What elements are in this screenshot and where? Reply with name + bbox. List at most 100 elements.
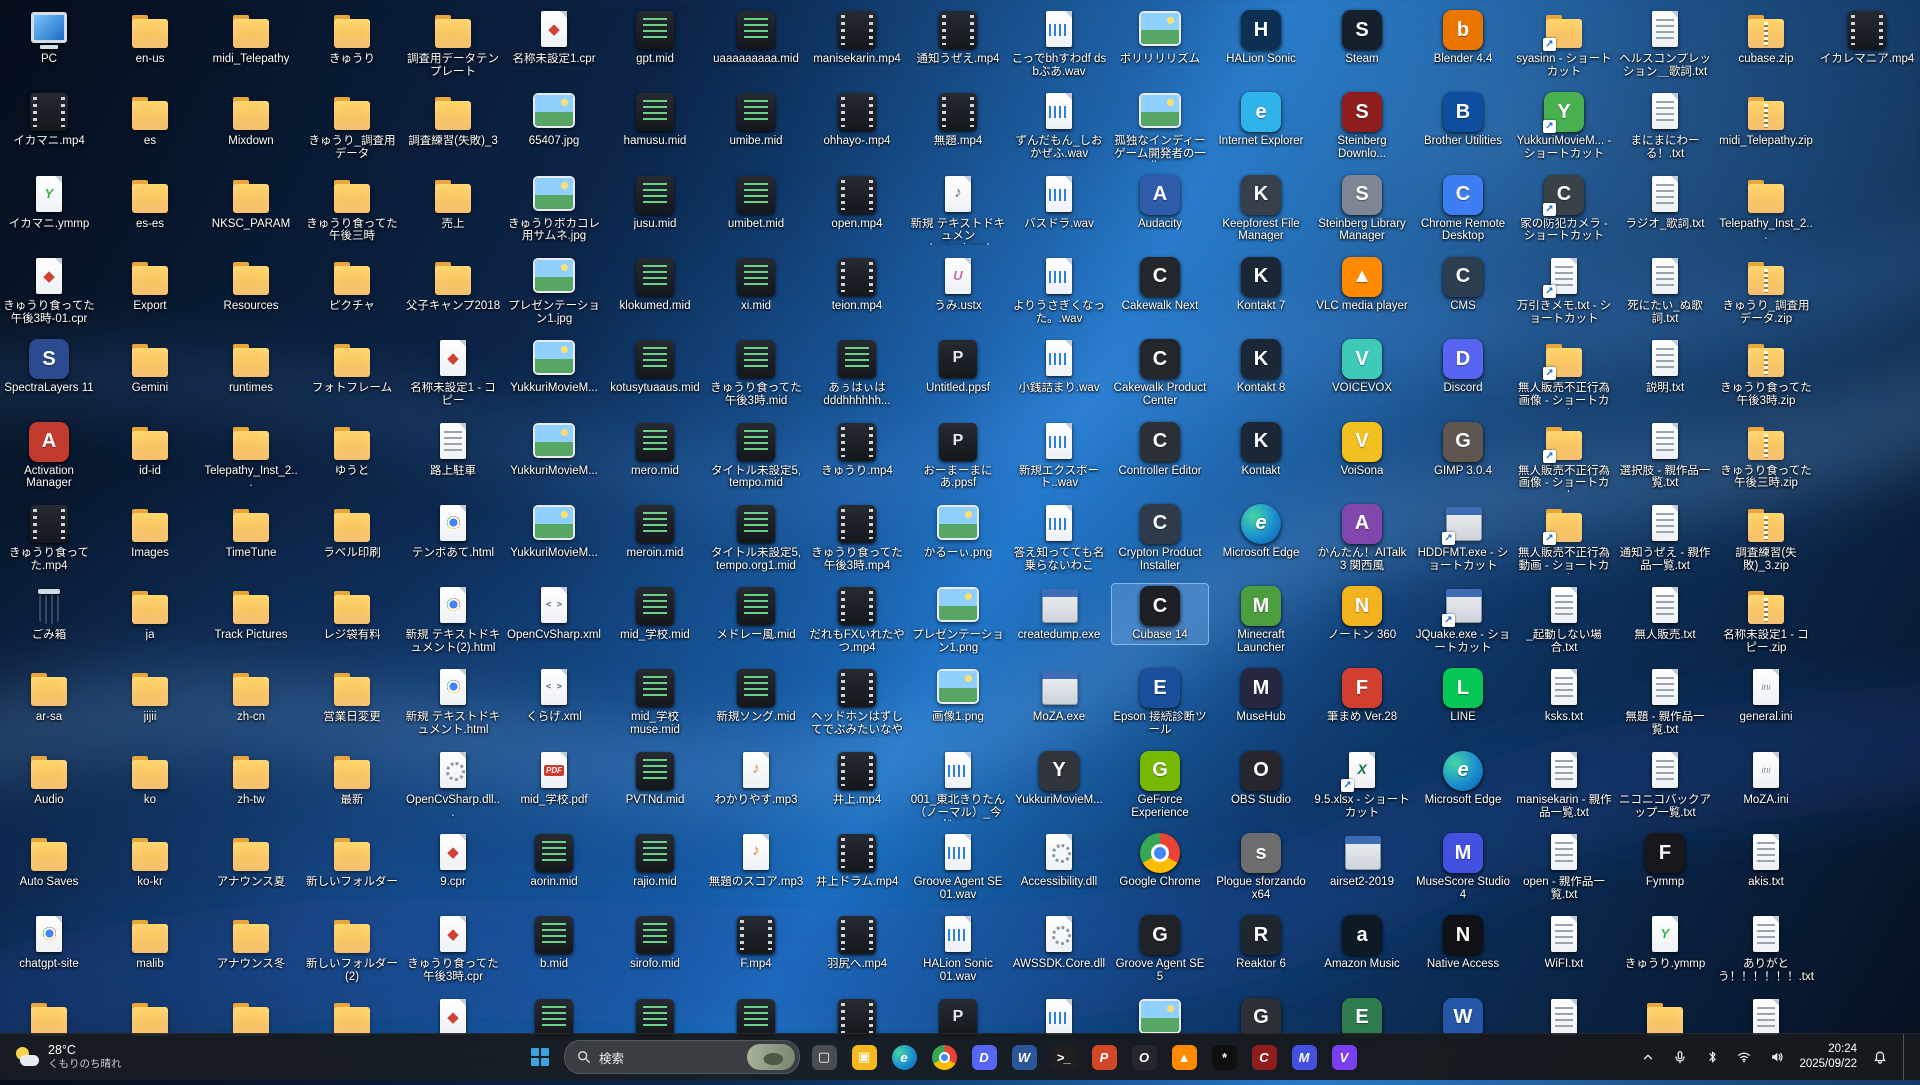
desktop-icon[interactable]: わかりやす.mp3 [708, 749, 804, 809]
desktop-icon[interactable]: 9.cpr [405, 831, 501, 891]
desktop-icon[interactable]: 調査用データテンプレート [405, 8, 501, 81]
desktop-icon[interactable]: アナウンス夏 [203, 831, 299, 891]
desktop-icon[interactable]: M MuseHub [1213, 666, 1309, 726]
desktop-icon[interactable]: M MuseScore Studio 4 [1415, 831, 1511, 904]
desktop-icon[interactable]: open - 親作品一覧.txt [1516, 831, 1612, 904]
desktop-icon[interactable]: NKSC_PARAM [203, 173, 299, 233]
desktop-icon[interactable]: teion.mp4 [809, 255, 905, 315]
desktop-icon[interactable]: きゅうり食ってた午後三時.zip [1718, 420, 1814, 493]
desktop-icon[interactable]: ko [102, 749, 198, 809]
desktop-icon[interactable]: F Fymmp [1617, 831, 1713, 891]
desktop-icon[interactable]: b Blender 4.4 [1415, 8, 1511, 68]
microphone-icon[interactable] [1671, 1048, 1689, 1066]
desktop-icon[interactable]: きゅうり_調査用データ [304, 90, 400, 163]
desktop-icon[interactable]: レジ袋有料 [304, 584, 400, 644]
desktop-icon[interactable]: アナウンス冬 [203, 913, 299, 973]
desktop-icon[interactable]: ヘルスコンプレッション＿歌詞.txt [1617, 8, 1713, 81]
desktop-icon[interactable]: 説明.txt [1617, 337, 1713, 397]
desktop-icon[interactable]: zh-tw [203, 749, 299, 809]
desktop-icon[interactable]: ↗ 万引きメモ.txt - ショートカット [1516, 255, 1612, 328]
desktop-icon[interactable]: 名称未設定1 - コピー [405, 337, 501, 410]
desktop-icon[interactable]: G GIMP 3.0.4 [1415, 420, 1511, 480]
desktop-icon[interactable]: ヘッドホンはずしてでぶみたいなやつ.mp4 [809, 666, 905, 740]
desktop-icon[interactable]: Auto Saves [1, 831, 97, 891]
desktop-icon[interactable]: YukkuriMovieM... [506, 420, 602, 480]
desktop-icon[interactable]: C CMS [1415, 255, 1511, 315]
desktop-icon[interactable]: タイトル未設定5, tempo.mid [708, 420, 804, 493]
desktop-icon[interactable]: mid_学校.pdf [506, 749, 602, 809]
desktop-icon[interactable]: 小銭詰まり.wav [1011, 337, 1107, 397]
desktop-icon[interactable]: midi_Telepathy.zip [1718, 90, 1814, 150]
desktop-icon[interactable]: ↗9.5.xlsx - ショートカット [1314, 749, 1410, 822]
desktop-icon[interactable]: rajio.mid [607, 831, 703, 891]
taskbar-app-chatgpt[interactable]: * [1206, 1039, 1242, 1075]
desktop-icon[interactable]: ▲ VLC media player [1314, 255, 1410, 315]
desktop-icon[interactable]: 無題のスコア.mp3 [708, 831, 804, 891]
desktop-icon[interactable]: イカマニ.ymmp [1, 173, 97, 233]
desktop-icon[interactable]: きゅうり食ってた午後3時.zip [1718, 337, 1814, 410]
desktop-icon[interactable]: _起動しない場合.txt [1516, 584, 1612, 657]
desktop-icon[interactable]: V VOICEVOX [1314, 337, 1410, 397]
desktop-icon[interactable]: K Keepforest File Manager [1213, 173, 1309, 246]
desktop-icon[interactable]: kotusytuaaus.mid [607, 337, 703, 397]
desktop-icon[interactable]: Telepathy_Inst_2... [203, 420, 299, 493]
desktop-icon[interactable]: b.mid [506, 913, 602, 973]
desktop-icon[interactable]: s Plogue sforzando x64 [1213, 831, 1309, 904]
desktop-icon[interactable]: 通知うぜえ - 親作品一覧.txt [1617, 502, 1713, 575]
desktop-icon[interactable]: きゅうりボカコレ用サムネ.jpg [506, 173, 602, 246]
desktop-icon[interactable]: 新規ソング.mid [708, 666, 804, 726]
desktop-icon[interactable]: es [102, 90, 198, 150]
desktop-icon[interactable]: Y YukkuriMovieM... [1011, 749, 1107, 809]
desktop-icon[interactable]: mid_学校 muse.mid [607, 666, 703, 739]
desktop-icon[interactable]: Gemini [102, 337, 198, 397]
desktop-icon[interactable]: A Audacity [1112, 173, 1208, 233]
desktop-icon[interactable]: 選択肢 - 親作品一覧.txt [1617, 420, 1713, 493]
desktop-icon[interactable]: ↗無人販売不正行為 画像 - ショートカット [1516, 337, 1612, 411]
desktop-icon[interactable]: テンポあて.html [405, 502, 501, 562]
desktop-icon[interactable]: きゅうり.mp4 [809, 420, 905, 480]
desktop-icon[interactable]: おーまーまにあ.ppsf [910, 420, 1006, 493]
desktop-icon[interactable]: きゅうり食ってた午後三時 [304, 173, 400, 246]
desktop-icon[interactable]: Groove Agent SE 01.wav [910, 831, 1006, 904]
desktop-icon[interactable]: M Minecraft Launcher [1213, 584, 1309, 657]
desktop-icon[interactable]: きゅうり_調査用データ.zip [1718, 255, 1814, 328]
desktop-icon[interactable]: きゅうり食ってた午後3時.mid [708, 337, 804, 410]
desktop-icon[interactable]: Y ↗ YukkuriMovieM... - ショートカット [1516, 90, 1612, 163]
desktop-icon[interactable]: MoZA.exe [1011, 666, 1107, 726]
desktop-icon[interactable]: PVTNd.mid [607, 749, 703, 809]
desktop-icon[interactable]: HALion Sonic 01.wav [910, 913, 1006, 986]
desktop-icon[interactable]: F 筆まめ Ver.28 [1314, 666, 1410, 726]
desktop-icon[interactable]: MoZA.ini [1718, 749, 1814, 809]
desktop-icon[interactable]: プレゼンテーション1.jpg [506, 255, 602, 328]
desktop-icon[interactable]: 新しいフォルダー [304, 831, 400, 891]
desktop-icon[interactable]: 井上ドラム.mp4 [809, 831, 905, 891]
desktop-icon[interactable]: open.mp4 [809, 173, 905, 233]
desktop-icon[interactable]: ゆうと [304, 420, 400, 480]
desktop-icon[interactable]: malib [102, 913, 198, 973]
taskbar-app-task-view[interactable]: ▢ [806, 1039, 842, 1075]
desktop-icon[interactable]: くらげ.xml [506, 666, 602, 726]
desktop-icon[interactable]: 001_東北きりたん（ノーマル）_今じゃ... [910, 749, 1006, 823]
desktop-icon[interactable]: midi_Telepathy [203, 8, 299, 68]
show-desktop-strip[interactable] [1903, 1034, 1910, 1080]
desktop-icon[interactable]: e Microsoft Edge [1415, 749, 1511, 809]
desktop-icon[interactable]: かるーぃ.png [910, 502, 1006, 562]
desktop-icon[interactable]: ピクチャ [304, 255, 400, 315]
desktop-icon[interactable]: 売上 [405, 173, 501, 233]
desktop-icon[interactable]: C Cakewalk Product Center [1112, 337, 1208, 410]
desktop-icon[interactable]: S Steinberg Library Manager [1314, 173, 1410, 246]
desktop-icon[interactable]: イカレマニア.mp4 [1819, 8, 1915, 68]
desktop-icon[interactable]: 無題.mp4 [910, 90, 1006, 150]
desktop-icon[interactable]: N ノートン 360 [1314, 584, 1410, 644]
notification-bell-icon[interactable] [1871, 1048, 1889, 1066]
desktop-icon[interactable]: AWSSDK.Core.dll [1011, 913, 1107, 973]
desktop-icon[interactable]: N Native Access [1415, 913, 1511, 973]
desktop-icon[interactable]: ar-sa [1, 666, 97, 726]
desktop-icon[interactable]: ニコニコバックアップ一覧.txt [1617, 749, 1713, 822]
desktop-icon[interactable]: Mixdown [203, 90, 299, 150]
desktop-icon[interactable]: まにまにわーる！.txt [1617, 90, 1713, 163]
desktop-icon[interactable]: e Microsoft Edge [1213, 502, 1309, 562]
taskbar-app-google-chrome[interactable] [926, 1039, 962, 1075]
desktop-icon[interactable]: きゅうり食ってた.mp4 [1, 502, 97, 575]
desktop-icon[interactable]: タイトル未設定5, tempo.org1.mid [708, 502, 804, 575]
